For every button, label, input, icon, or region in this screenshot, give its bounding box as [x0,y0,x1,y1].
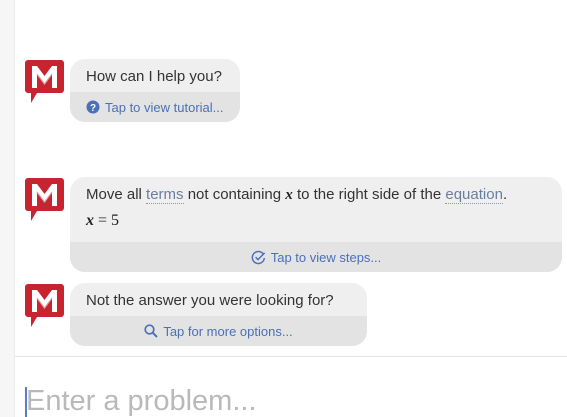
chat-message-options: Not the answer you were looking for? Tap… [24,283,367,346]
tutorial-link[interactable]: ? Tap to view tutorial... [70,92,240,122]
math-variable: x [285,187,293,203]
options-bubble: Not the answer you were looking for? Tap… [70,283,367,346]
terms-link[interactable]: terms [146,186,184,204]
chat-message-solution: Move all terms not containing x to the r… [24,177,562,272]
solution-text: Move all terms not containing x to the r… [70,177,562,242]
solution-equation: x = 5 [86,212,120,229]
equation-link[interactable]: equation [445,186,503,204]
view-steps-link[interactable]: Tap to view steps... [70,242,562,272]
chat-message-greeting: How can I help you? ? Tap to view tutori… [24,59,240,122]
check-circle-icon [251,250,265,264]
view-steps-label: Tap to view steps... [270,249,382,265]
mathway-logo-icon [25,178,64,221]
greeting-text: How can I help you? [86,68,222,85]
left-edge-bar [0,0,15,417]
help-icon: ? [86,100,100,114]
problem-input[interactable] [24,385,546,417]
more-options-link[interactable]: Tap for more options... [70,316,367,346]
solution-instruction: Move all terms not containing x to the r… [86,186,508,204]
chat-page: How can I help you? ? Tap to view tutori… [0,0,567,417]
tutorial-link-label: Tap to view tutorial... [105,99,224,115]
mathway-logo-icon [25,284,64,327]
svg-text:?: ? [90,103,96,114]
more-options-label: Tap for more options... [163,323,293,339]
options-text: Not the answer you were looking for? [86,292,334,309]
greeting-bubble: How can I help you? ? Tap to view tutori… [70,59,240,122]
problem-input-area [15,357,567,417]
mathway-logo-icon [25,60,64,103]
search-icon [144,324,159,338]
solution-bubble: Move all terms not containing x to the r… [70,177,562,272]
